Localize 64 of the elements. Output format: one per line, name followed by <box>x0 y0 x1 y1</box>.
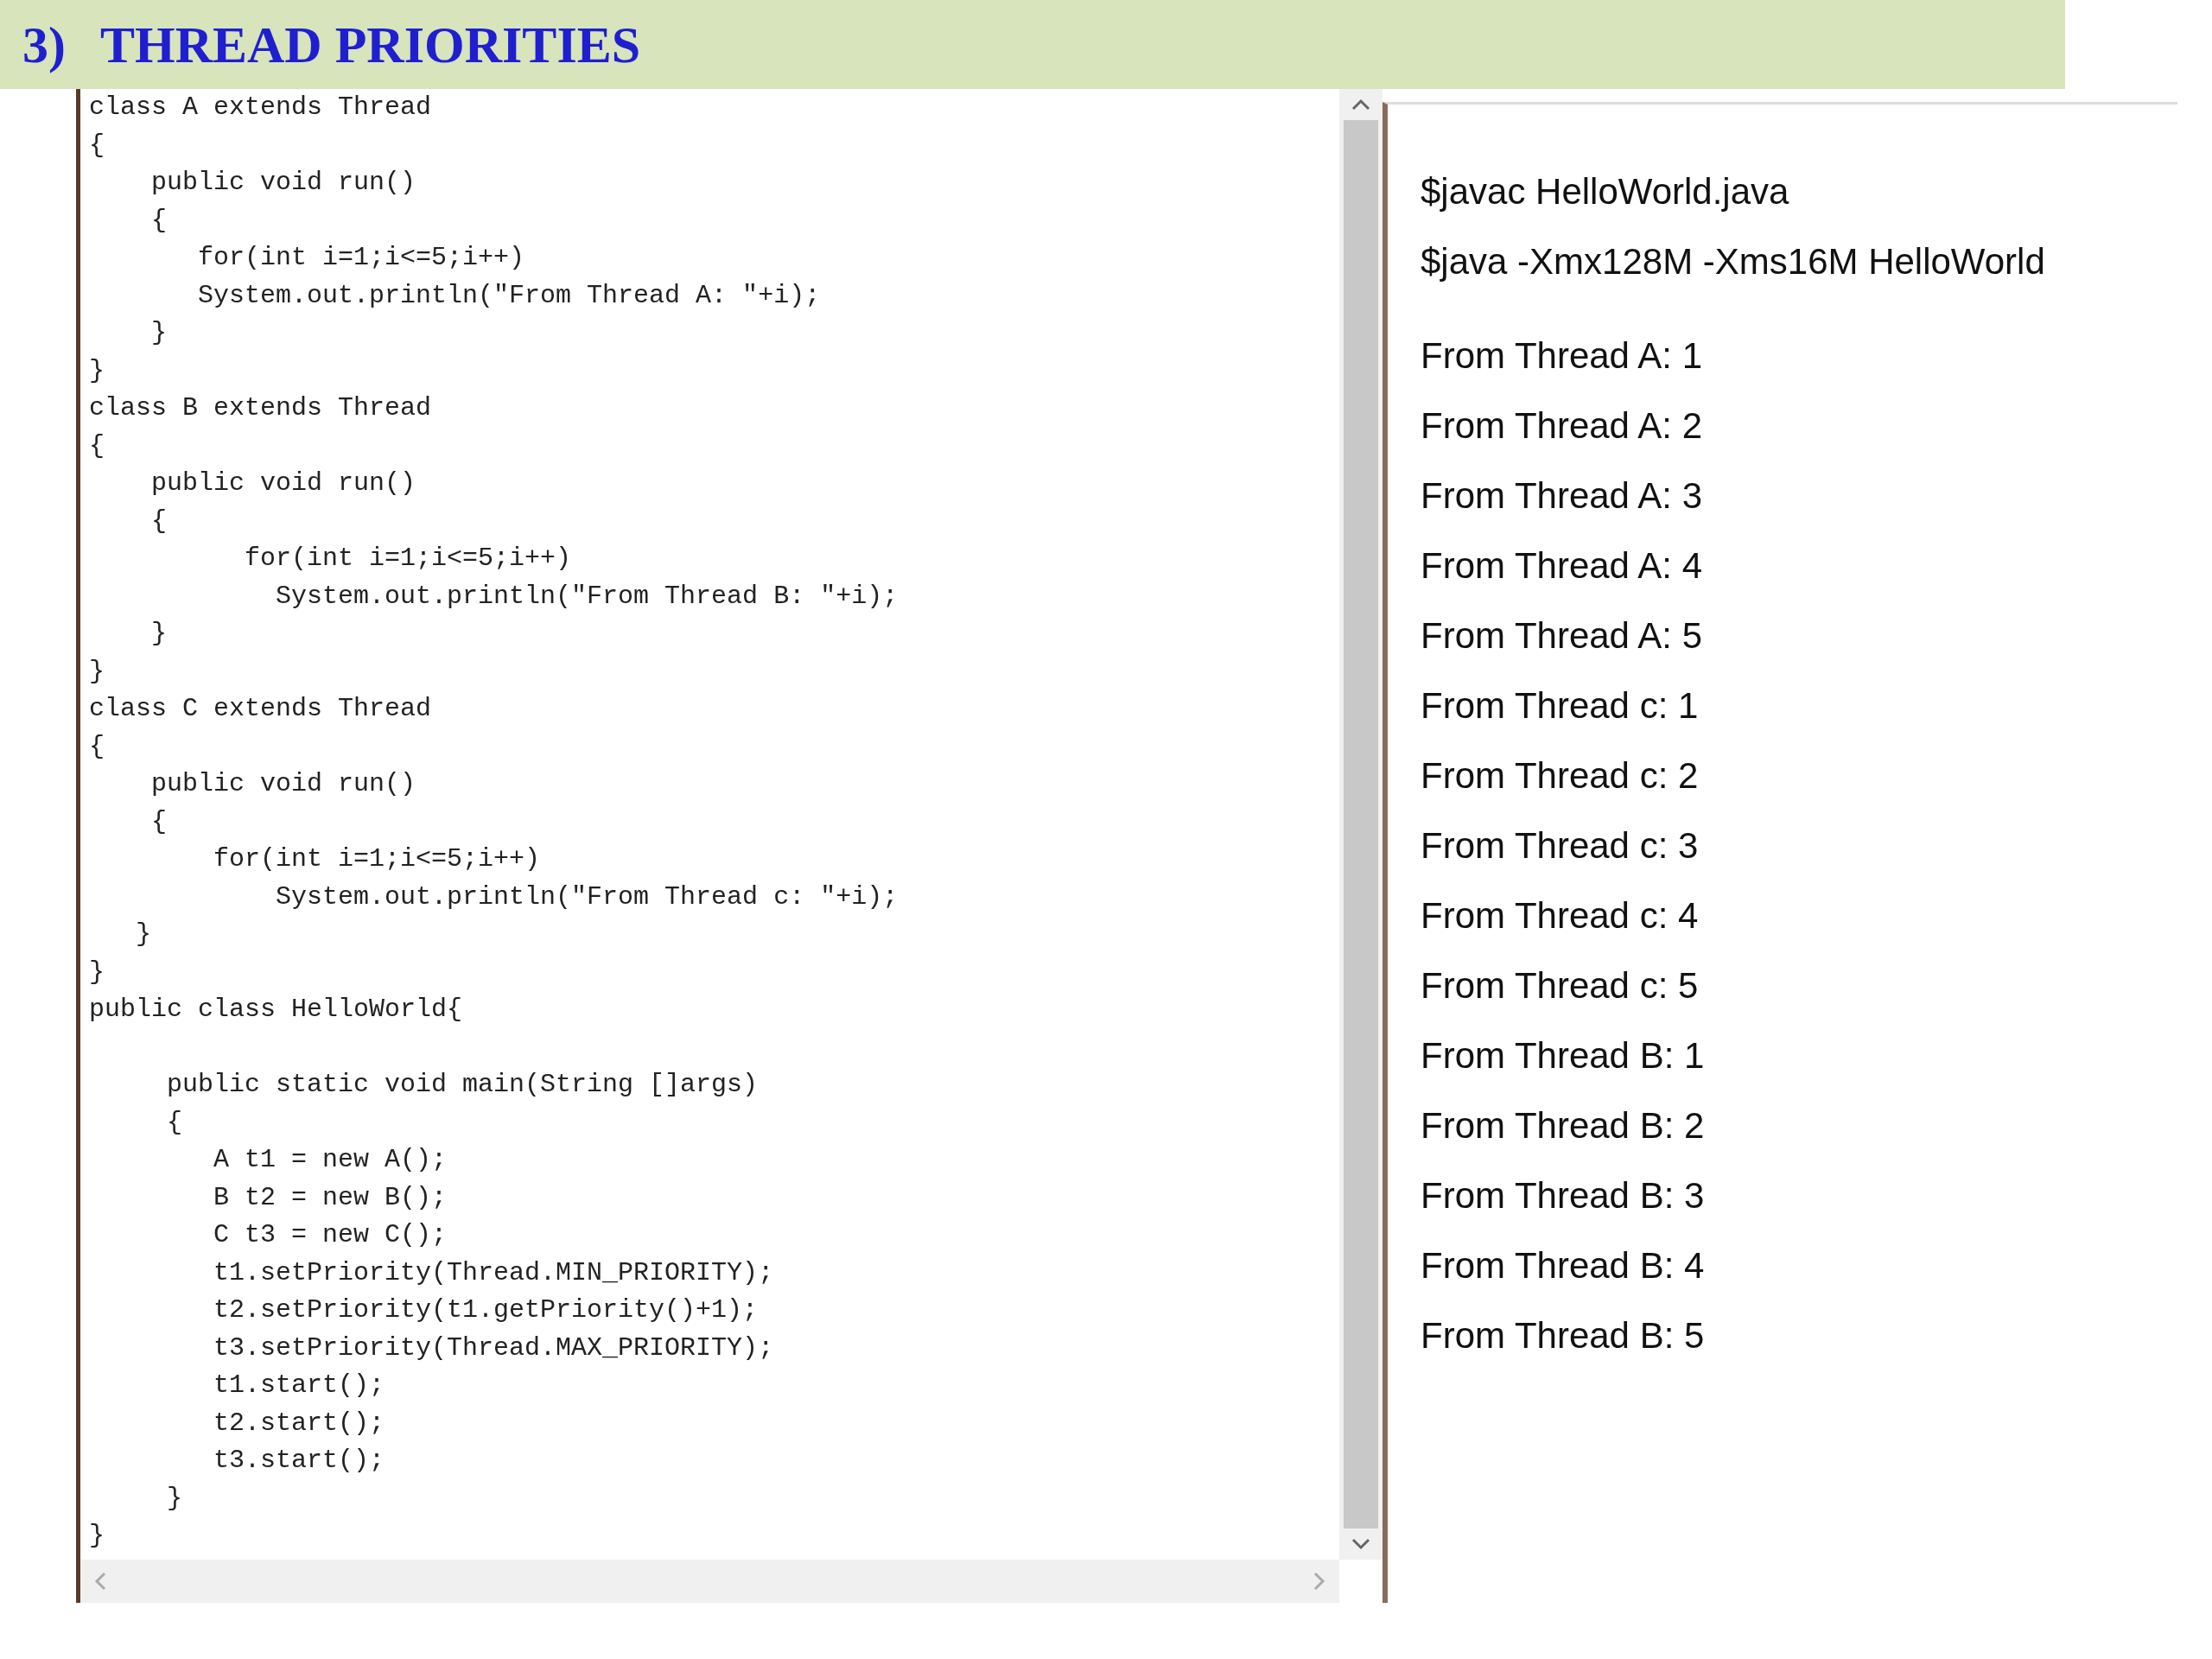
command-line: $javac HelloWorld.java <box>1421 170 1789 213</box>
code-line: System.out.println("From Thread B: "+i); <box>275 580 899 613</box>
code-line: { <box>89 129 105 162</box>
code-line: class C extends Thread <box>89 693 432 725</box>
scroll-down-icon[interactable] <box>1351 1537 1371 1551</box>
code-line: public void run() <box>150 467 416 499</box>
code-line: { <box>89 730 105 763</box>
output-line: From Thread c: 3 <box>1421 824 1699 868</box>
section-number: 3) <box>22 15 66 75</box>
code-line: t2.start(); <box>213 1407 385 1440</box>
output-line: From Thread A: 3 <box>1421 474 1703 518</box>
code-line: for(int i=1;i<=5;i++) <box>197 242 525 274</box>
scroll-left-icon[interactable] <box>93 1571 107 1592</box>
output-line: From Thread A: 4 <box>1421 544 1703 588</box>
scroll-right-icon[interactable] <box>1313 1571 1326 1592</box>
code-line: { <box>150 204 167 237</box>
code-line: C t3 = new C(); <box>213 1219 448 1251</box>
code-line: } <box>135 918 151 950</box>
code-line: } <box>89 655 105 688</box>
output-line: From Thread B: 4 <box>1421 1244 1705 1287</box>
vertical-scrollbar[interactable] <box>1339 89 1382 1560</box>
code-line: { <box>89 429 105 462</box>
code-line: { <box>150 505 167 537</box>
code-line: public void run() <box>150 167 416 199</box>
code-line: for(int i=1;i<=5;i++) <box>244 543 572 575</box>
code-line: t3.start(); <box>213 1445 385 1477</box>
output-line: From Thread c: 1 <box>1421 684 1699 728</box>
output-line: From Thread B: 1 <box>1421 1034 1705 1077</box>
code-line: } <box>166 1482 183 1515</box>
code-line: } <box>89 354 105 387</box>
output-line: From Thread c: 2 <box>1421 754 1699 798</box>
code-line: } <box>150 618 167 650</box>
code-line: System.out.println("From Thread A: "+i); <box>197 279 821 312</box>
code-line: } <box>150 317 167 349</box>
code-line: } <box>89 1520 105 1552</box>
code-line: public static void main(String []args) <box>166 1069 759 1101</box>
output-line: From Thread A: 2 <box>1421 404 1703 448</box>
scrollbar-thumb[interactable] <box>1344 120 1378 1529</box>
code-line: t1.setPriority(Thread.MIN_PRIORITY); <box>213 1256 774 1289</box>
code-line: class A extends Thread <box>89 92 432 124</box>
code-line: public void run() <box>150 768 416 800</box>
code-line: { <box>166 1106 183 1139</box>
command-line: $java -Xmx128M -Xms16M HelloWorld <box>1421 240 2045 283</box>
output-line: From Thread A: 1 <box>1421 334 1703 378</box>
code-line: System.out.println("From Thread c: "+i); <box>275 880 899 913</box>
code-line: class B extends Thread <box>89 392 432 424</box>
code-line: { <box>150 805 167 838</box>
section-title: THREAD PRIORITIES <box>100 15 641 75</box>
output-line: From Thread A: 5 <box>1421 614 1703 658</box>
output-line: From Thread c: 4 <box>1421 894 1699 938</box>
code-line: t3.setPriority(Thread.MAX_PRIORITY); <box>213 1332 774 1364</box>
code-line: t1.start(); <box>213 1370 385 1402</box>
code-line: t2.setPriority(t1.getPriority()+1); <box>213 1294 759 1326</box>
code-line: } <box>89 956 105 988</box>
output-line: From Thread c: 5 <box>1421 964 1699 1007</box>
code-line: for(int i=1;i<=5;i++) <box>213 843 541 875</box>
output-line: From Thread B: 5 <box>1421 1314 1705 1357</box>
output-line: From Thread B: 2 <box>1421 1104 1705 1147</box>
scroll-up-icon[interactable] <box>1351 98 1371 111</box>
output-line: From Thread B: 3 <box>1421 1174 1705 1217</box>
code-line: public class HelloWorld{ <box>89 994 463 1026</box>
code-line: B t2 = new B(); <box>213 1181 448 1214</box>
code-line: A t1 = new A(); <box>213 1144 448 1176</box>
horizontal-scrollbar[interactable] <box>80 1560 1339 1603</box>
